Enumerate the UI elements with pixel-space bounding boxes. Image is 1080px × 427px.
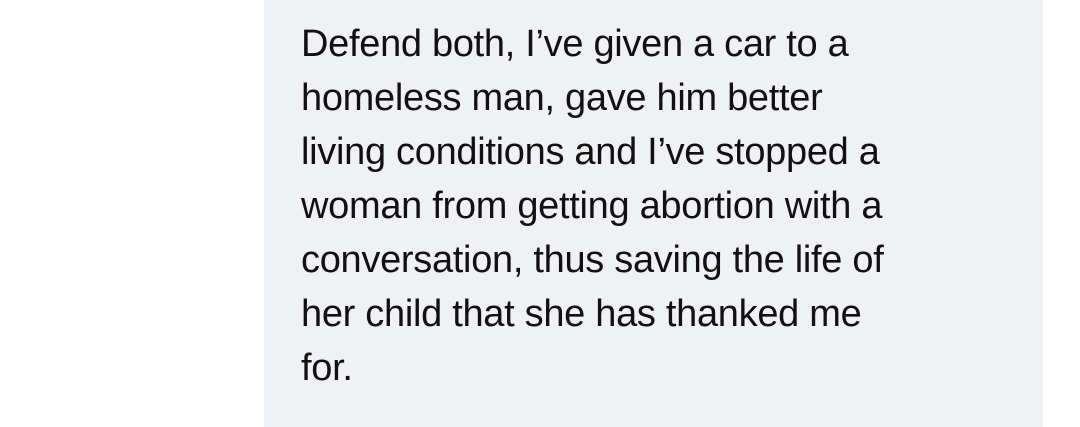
message-line: conversation, thus saving the life of: [301, 239, 884, 281]
message-text: Defend both, I’ve given a car to a homel…: [301, 17, 884, 395]
message-line: Defend both, I’ve given a car to a: [301, 23, 849, 65]
message-line: homeless man, gave him better: [301, 77, 823, 119]
message-line: woman from getting abortion with a: [301, 185, 883, 227]
message-line: her child that she has thanked me: [301, 293, 862, 335]
message-line: for.: [301, 347, 353, 389]
message-line: living conditions and I’ve stopped a: [301, 131, 880, 173]
